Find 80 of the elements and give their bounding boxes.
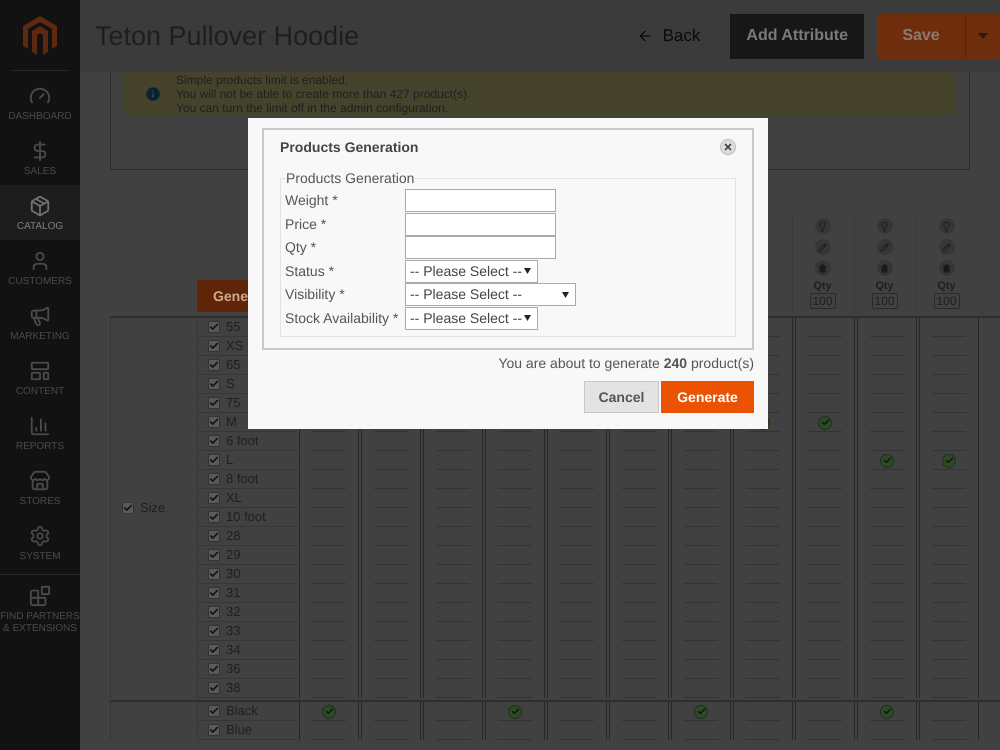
checkbox[interactable] [208, 492, 220, 504]
checkbox[interactable] [208, 682, 220, 694]
sidebar-item[interactable]: DASHBOARD [0, 75, 80, 130]
checkbox[interactable] [208, 705, 220, 717]
store-icon [29, 470, 51, 492]
input-field[interactable] [405, 189, 556, 212]
checkbox[interactable] [208, 663, 220, 675]
dialog-title: Products Generation [280, 138, 418, 156]
caret-icon [524, 315, 531, 322]
checkbox[interactable] [208, 724, 220, 736]
lightbulb-icon[interactable] [938, 218, 954, 234]
checkbox[interactable] [208, 435, 220, 447]
sidebar-item[interactable]: SALES [0, 130, 80, 185]
sidebar-item[interactable]: CATALOG [0, 185, 80, 240]
checkbox[interactable] [208, 473, 220, 485]
select-field[interactable]: -- Please Select -- [405, 283, 576, 306]
checkbox[interactable] [208, 416, 220, 428]
fieldset-legend: Products Generation [285, 168, 416, 189]
field-label: Qty * [285, 238, 318, 258]
generation-summary: You are about to generate 240 product(s) [498, 354, 754, 373]
sidebar-item[interactable]: CONTENT [0, 350, 80, 405]
checkbox[interactable] [208, 568, 220, 580]
check-icon [508, 704, 522, 718]
blocks-icon [29, 585, 51, 607]
checkbox[interactable] [208, 644, 220, 656]
checkbox[interactable] [122, 502, 134, 514]
close-button[interactable] [720, 139, 736, 155]
box-icon [29, 195, 51, 217]
checkbox[interactable] [208, 625, 220, 637]
caret-icon [562, 292, 569, 298]
checkbox[interactable] [208, 549, 220, 561]
sidebar-item[interactable]: CUSTOMERS [0, 240, 80, 295]
bar-chart-icon [29, 415, 51, 437]
field-label: Price * [285, 214, 328, 234]
select-field[interactable]: -- Please Select -- [405, 306, 538, 330]
add-attribute-button[interactable]: Add Attribute [730, 14, 864, 58]
logo[interactable] [23, 16, 57, 56]
checkbox[interactable] [208, 454, 220, 466]
checkbox[interactable] [208, 606, 220, 618]
trash-icon[interactable] [876, 260, 892, 276]
check-icon [880, 704, 894, 718]
checkbox[interactable] [208, 530, 220, 542]
trash-icon[interactable] [814, 260, 830, 276]
select-field[interactable]: -- Please Select -- [405, 260, 538, 283]
checkbox[interactable] [208, 378, 220, 390]
edit-icon[interactable] [814, 239, 830, 255]
check-icon [322, 704, 336, 718]
checkbox[interactable] [208, 340, 220, 352]
caret-icon [524, 268, 531, 274]
lightbulb-icon[interactable] [876, 218, 892, 234]
input-field[interactable] [405, 212, 556, 236]
settings-icon [29, 525, 51, 547]
checkbox[interactable] [208, 587, 220, 599]
check-icon [880, 454, 894, 468]
sidebar-item[interactable]: STORES [0, 460, 80, 515]
info-icon [144, 85, 162, 103]
sidebar-item[interactable]: REPORTS [0, 405, 80, 460]
checkbox[interactable] [208, 397, 220, 409]
layout-icon [29, 360, 51, 382]
sidebar-item[interactable]: FIND PARTNERS & EXTENSIONS [0, 574, 80, 642]
checkbox[interactable] [208, 511, 220, 523]
arrow-left-icon [636, 28, 653, 44]
field-label: Status * [285, 262, 336, 281]
edit-icon[interactable] [876, 239, 892, 255]
lightbulb-icon[interactable] [814, 218, 830, 234]
trash-icon[interactable] [938, 260, 954, 276]
sidebar-item[interactable]: SYSTEM [0, 515, 80, 570]
generate-button[interactable]: Generate [661, 381, 754, 413]
close-icon[interactable] [723, 142, 733, 152]
cancel-button[interactable]: Cancel [584, 381, 659, 413]
megaphone-icon [29, 305, 51, 327]
checkbox[interactable] [208, 321, 220, 333]
check-icon [694, 704, 708, 718]
field-label: Weight * [285, 191, 339, 210]
check-icon [942, 454, 956, 468]
input-field[interactable] [405, 236, 556, 260]
edit-icon[interactable] [938, 239, 954, 255]
checkbox[interactable] [208, 359, 220, 371]
check-icon [818, 416, 832, 430]
sidebar-item[interactable]: MARKETING [0, 295, 80, 350]
